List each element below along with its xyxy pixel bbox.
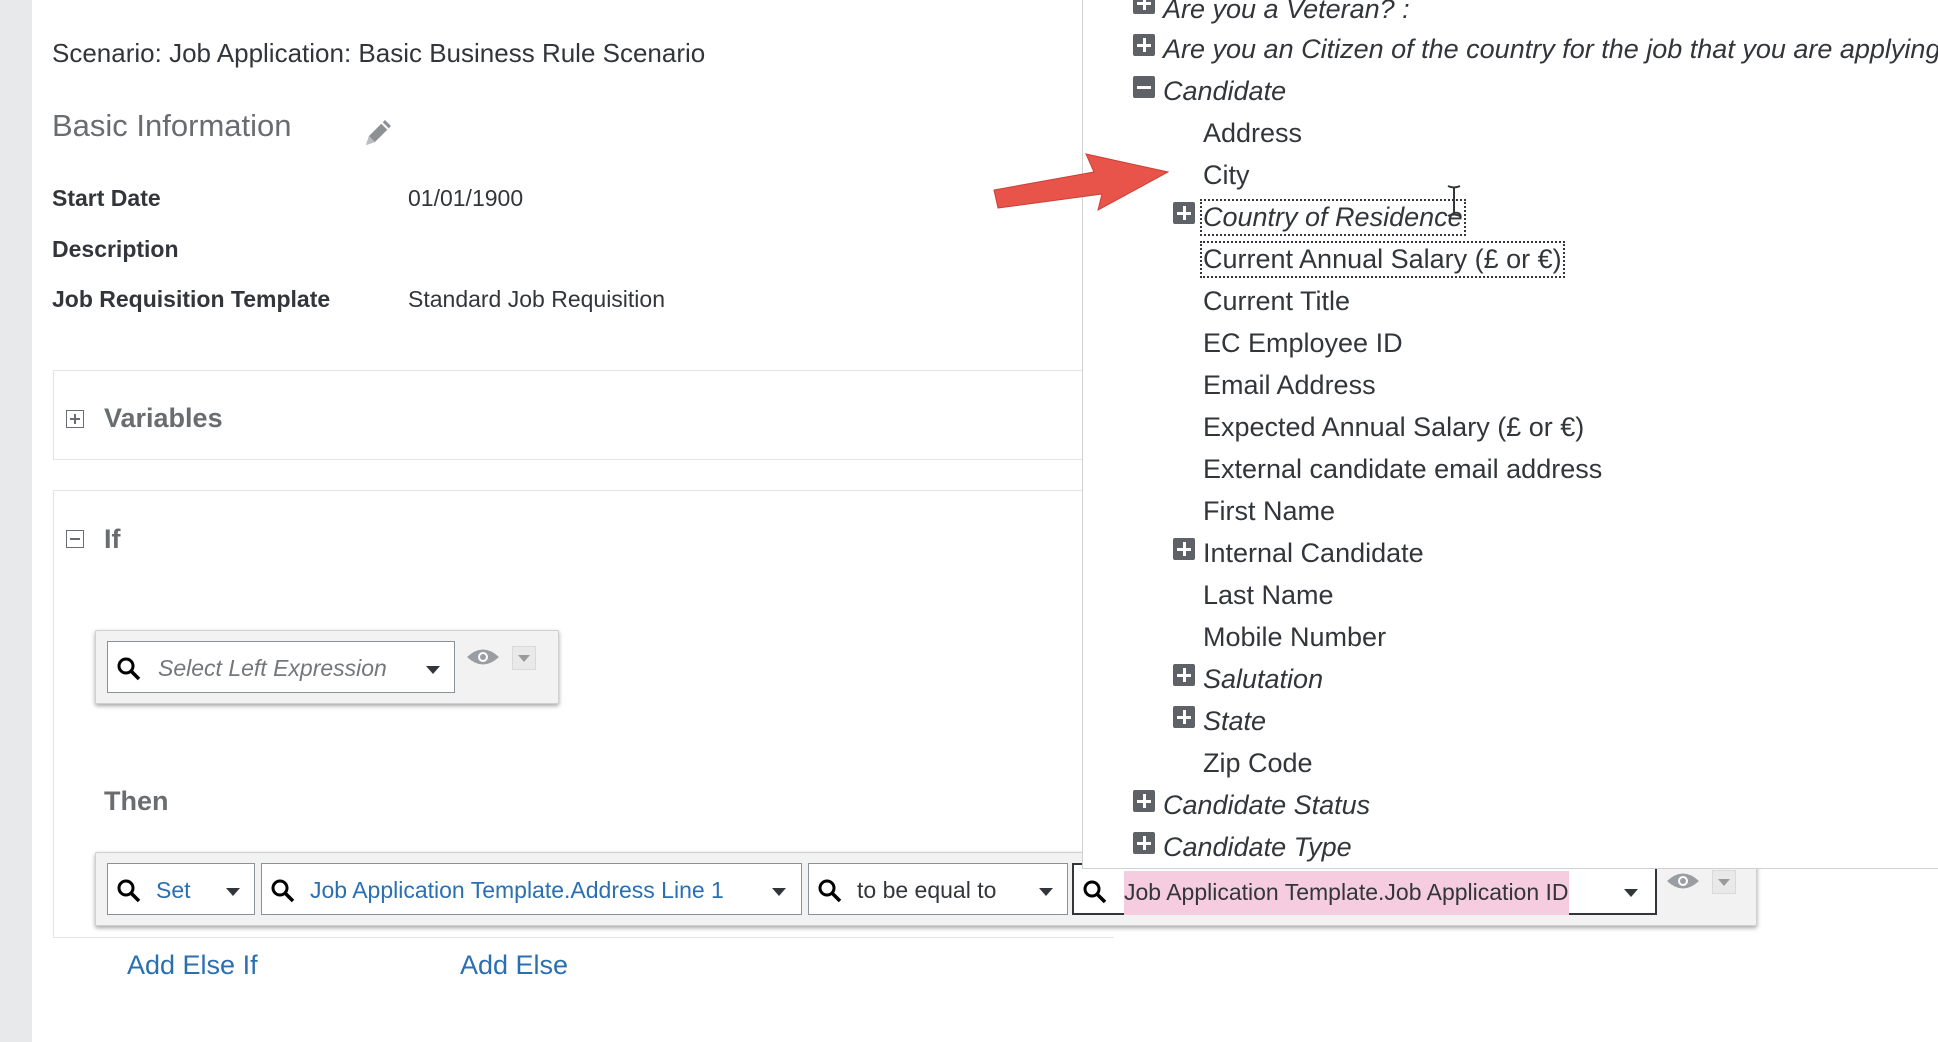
plus-box-icon[interactable] bbox=[1173, 664, 1195, 686]
plus-box-icon[interactable] bbox=[1173, 706, 1195, 728]
tree-item-last-name[interactable]: Last Name bbox=[1203, 580, 1334, 611]
left-expression-placeholder: Select Left Expression bbox=[158, 655, 387, 681]
tree-item-veteran[interactable]: Are you a Veteran? : bbox=[1163, 0, 1410, 25]
then-action-field[interactable]: Set bbox=[107, 863, 255, 915]
plus-box-icon[interactable] bbox=[1133, 790, 1155, 812]
then-action-value: Set bbox=[156, 877, 191, 903]
job-requisition-template-label: Job Requisition Template bbox=[52, 286, 331, 312]
if-collapse-toggle[interactable] bbox=[66, 530, 84, 548]
then-operator-field[interactable]: to be equal to bbox=[808, 863, 1068, 915]
plus-box-icon[interactable] bbox=[1133, 34, 1155, 56]
expression-dropdown-panel: Are you a Veteran? : Are you an Citizen … bbox=[1082, 0, 1938, 869]
job-requisition-template-value: Standard Job Requisition bbox=[408, 286, 665, 312]
tree-item-city[interactable]: City bbox=[1203, 160, 1250, 191]
tree-item-current-title[interactable]: Current Title bbox=[1203, 286, 1350, 317]
then-operator-value: to be equal to bbox=[857, 877, 997, 903]
left-margin-strip bbox=[0, 0, 32, 1042]
tree-item-candidate-type[interactable]: Candidate Type bbox=[1163, 832, 1352, 863]
search-icon bbox=[271, 879, 295, 903]
tree-item-mobile-number[interactable]: Mobile Number bbox=[1203, 622, 1386, 653]
left-expression-field[interactable]: Select Left Expression bbox=[107, 641, 455, 693]
chevron-down-icon[interactable] bbox=[1624, 889, 1638, 897]
section-title-basic-information: Basic Information bbox=[52, 108, 292, 143]
then-target-value: Job Application Template.Address Line 1 bbox=[310, 877, 724, 903]
variables-header: Variables bbox=[104, 403, 223, 433]
scenario-title: Scenario: Job Application: Basic Busines… bbox=[52, 38, 706, 68]
search-icon bbox=[117, 657, 141, 681]
plus-box-icon[interactable] bbox=[1133, 0, 1155, 14]
tree-item-expected-annual-salary[interactable]: Expected Annual Salary (£ or €) bbox=[1203, 412, 1584, 443]
tree-item-salutation[interactable]: Salutation bbox=[1203, 664, 1323, 695]
chevron-down-icon[interactable] bbox=[226, 888, 240, 896]
tree-item-citizen[interactable]: Are you an Citizen of the country for th… bbox=[1163, 34, 1938, 65]
if-header: If bbox=[104, 524, 121, 554]
plus-box-icon[interactable] bbox=[1173, 538, 1195, 560]
tree-item-external-candidate-email[interactable]: External candidate email address bbox=[1203, 454, 1602, 485]
add-else-if-link[interactable]: Add Else If bbox=[127, 950, 258, 981]
minus-box-icon[interactable] bbox=[1133, 76, 1155, 98]
tree-item-state[interactable]: State bbox=[1203, 706, 1266, 737]
eye-icon[interactable] bbox=[1666, 870, 1700, 892]
tree-item-internal-candidate[interactable]: Internal Candidate bbox=[1203, 538, 1424, 569]
tree-item-ec-employee-id[interactable]: EC Employee ID bbox=[1203, 328, 1403, 359]
then-header: Then bbox=[104, 786, 169, 816]
eye-icon[interactable] bbox=[466, 646, 500, 668]
pencil-icon[interactable] bbox=[360, 115, 396, 151]
then-target-field[interactable]: Job Application Template.Address Line 1 bbox=[261, 863, 802, 915]
text-cursor-icon bbox=[1447, 185, 1461, 217]
chevron-down-icon[interactable] bbox=[426, 666, 440, 674]
description-label: Description bbox=[52, 236, 179, 262]
then-value-text: Job Application Template.Job Application… bbox=[1124, 871, 1569, 915]
search-icon bbox=[818, 879, 842, 903]
tree-item-candidate[interactable]: Candidate bbox=[1163, 76, 1286, 107]
tree-item-current-annual-salary[interactable]: Current Annual Salary (£ or €) bbox=[1200, 241, 1565, 278]
left-expression-options-chevron-icon[interactable] bbox=[512, 646, 536, 670]
start-date-value: 01/01/1900 bbox=[408, 185, 524, 211]
tree-item-address[interactable]: Address bbox=[1203, 118, 1302, 149]
start-date-label: Start Date bbox=[52, 185, 161, 211]
tree-item-candidate-status[interactable]: Candidate Status bbox=[1163, 790, 1370, 821]
variables-expand-toggle[interactable] bbox=[66, 410, 84, 428]
add-else-link[interactable]: Add Else bbox=[460, 950, 568, 981]
search-icon bbox=[117, 879, 141, 903]
tree-item-email-address[interactable]: Email Address bbox=[1203, 370, 1376, 401]
tree-item-country-of-residence[interactable]: Country of Residence bbox=[1200, 199, 1466, 236]
then-value-field[interactable]: Job Application Template.Job Application… bbox=[1072, 863, 1657, 915]
chevron-down-icon[interactable] bbox=[1039, 888, 1053, 896]
tree-item-zip-code[interactable]: Zip Code bbox=[1203, 748, 1313, 779]
annotation-arrow-icon bbox=[993, 153, 1170, 211]
plus-box-icon[interactable] bbox=[1133, 832, 1155, 854]
then-value-options-chevron-icon[interactable] bbox=[1712, 870, 1736, 894]
chevron-down-icon[interactable] bbox=[772, 888, 786, 896]
tree-item-first-name[interactable]: First Name bbox=[1203, 496, 1335, 527]
search-icon bbox=[1083, 880, 1107, 904]
